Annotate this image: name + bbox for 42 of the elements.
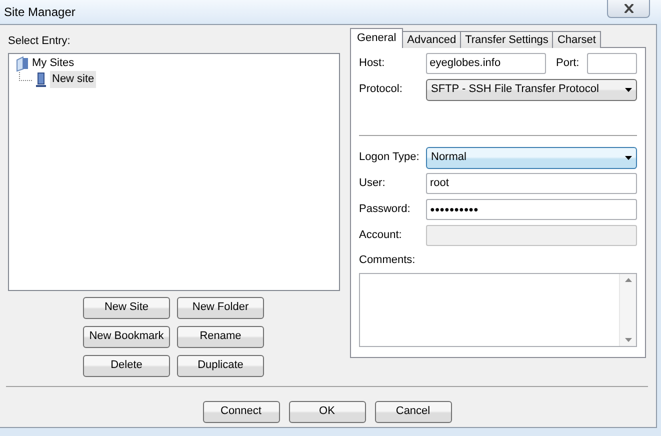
folder-icon: [15, 56, 29, 72]
dialog-button[interactable]: Connect: [202, 400, 280, 422]
select-entry-label: Select Entry:: [8, 34, 70, 49]
field-label: Password:: [359, 202, 412, 218]
entry-button[interactable]: Duplicate: [177, 354, 264, 376]
scroll-up-icon[interactable]: [624, 278, 632, 282]
tab[interactable]: Transfer Settings: [460, 31, 554, 48]
dropdown-arrow-icon: [625, 88, 632, 92]
close-icon: [624, 4, 634, 13]
comments-label: Comments:: [359, 253, 416, 268]
field-label: Port:: [556, 56, 580, 72]
dialog-button[interactable]: Cancel: [374, 400, 452, 422]
close-button[interactable]: [607, 0, 650, 18]
entry-button[interactable]: New Folder: [177, 296, 264, 318]
user-field[interactable]: root: [426, 173, 637, 194]
server-icon: [35, 72, 47, 88]
field-label: Host:: [359, 56, 386, 72]
tree-item[interactable]: New site: [50, 71, 96, 88]
scrollbar[interactable]: [619, 274, 636, 346]
entry-button[interactable]: Delete: [83, 354, 170, 376]
field-label: Account:: [359, 228, 403, 244]
entry-button[interactable]: New Site: [83, 296, 170, 318]
comments-field[interactable]: [359, 272, 637, 346]
logon-type-dropdown[interactable]: Normal: [426, 146, 637, 168]
window-title: Site Manager: [4, 4, 76, 21]
protocol-dropdown[interactable]: SFTP - SSH File Transfer Protocol: [426, 78, 637, 100]
host-field[interactable]: eyeglobes.info: [426, 53, 546, 74]
password-field[interactable]: ●●●●●●●●●●: [426, 199, 637, 220]
scroll-down-icon[interactable]: [624, 338, 632, 342]
port-field[interactable]: [587, 53, 637, 74]
tree-item[interactable]: My Sites: [32, 55, 74, 72]
tab[interactable]: Advanced: [402, 31, 462, 48]
field-label: Protocol:: [359, 82, 404, 98]
dialog-button[interactable]: OK: [288, 400, 366, 422]
field-label: Logon Type:: [359, 150, 420, 166]
entry-button[interactable]: Rename: [177, 326, 264, 348]
tab[interactable]: Charset: [552, 31, 601, 48]
tree-line: [19, 72, 32, 80]
entry-button[interactable]: New Bookmark: [83, 326, 170, 348]
tab[interactable]: General: [350, 28, 404, 48]
dropdown-arrow-icon: [625, 156, 632, 160]
field-label: User:: [359, 176, 386, 192]
